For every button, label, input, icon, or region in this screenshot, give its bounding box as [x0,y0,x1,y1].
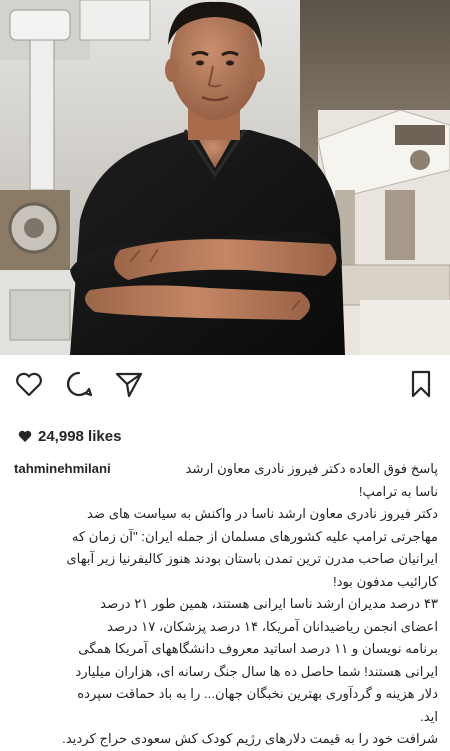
caption-line: کارائیب مدفون بود! [332,573,438,589]
heart-filled-icon [18,430,32,442]
caption-line: اید. [420,708,438,724]
caption-line: ۴۳ درصد مدیران ارشد ناسا ایرانی هستند، ه… [100,596,438,611]
caption-first-line: tahminehmilani پاسخ فوق العاده دکتر فیرو… [14,458,438,481]
post-action-bar [0,355,450,415]
caption-line: ناسا به ترامپ! [358,483,438,499]
caption-line: مهاجرتی ترامپ علیه کشورهای مسلمان از جمل… [71,528,438,544]
caption-line: پاسخ فوق العاده دکتر فیروز نادری معاون ا… [185,461,438,476]
heart-outline-icon[interactable] [14,369,44,399]
caption-line: دلار هزینه و گردآوری بهترین نخبگان جهان.… [77,686,438,701]
caption-line: برنامه نویسان و ۱۱ درصد اساتید معروف دان… [78,641,438,656]
likes-count[interactable]: 24,998 likes [18,426,121,446]
caption-username[interactable]: tahminehmilani [14,461,111,476]
post-caption: tahminehmilani پاسخ فوق العاده دکتر فیرو… [14,458,438,751]
paper-plane-icon[interactable] [114,369,144,399]
caption-line: دکتر فیروز نادری معاون ارشد ناسا در واکن… [86,506,438,521]
caption-line: اعضای انجمن ریاضیدانان آمریکا، ۱۴ درصد پ… [107,618,438,634]
post-photo-illustration [0,0,450,355]
speech-bubble-icon[interactable] [64,369,94,399]
likes-count-text: 24,998 likes [38,427,122,445]
bookmark-icon[interactable] [406,369,436,399]
caption-line: ایرانیان صاحب مدرن ترین تمدن باستان بودن… [66,551,438,566]
caption-line: ایرانی هستند! شما حاصل ده ها سال جنگ رسا… [75,663,438,679]
post-photo[interactable] [0,0,450,355]
caption-line: شرافت خود را به قیمت دلارهای رژیم کودک ک… [62,731,438,746]
